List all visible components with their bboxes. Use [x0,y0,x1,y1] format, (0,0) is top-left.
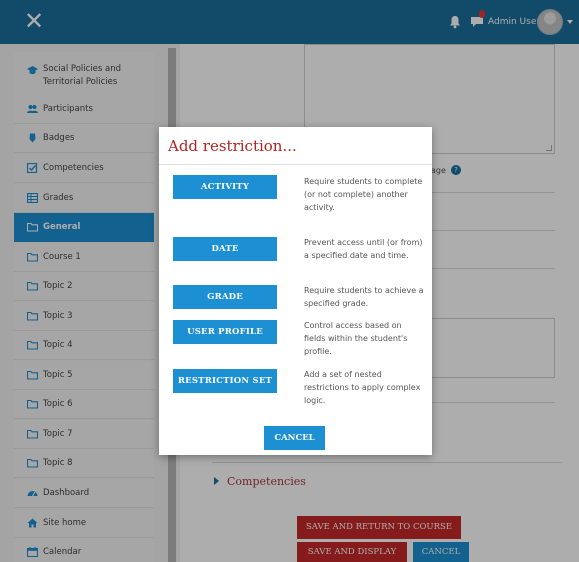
restriction-set-description: Add a set of nested restrictions to appl… [304,370,421,405]
dialog-cancel-button[interactable]: CANCEL [264,426,325,450]
user-profile-restriction-button[interactable]: USER PROFILE [173,320,277,344]
add-restriction-dialog: Add restriction... ACTIVITY Require stud… [159,127,432,455]
dialog-divider [159,164,432,165]
grade-restriction-description: Require students to achieve a specified … [304,286,424,308]
activity-restriction-description: Require students to complete (or not com… [304,177,423,212]
activity-restriction-button[interactable]: ACTIVITY [173,175,277,199]
restriction-set-button[interactable]: RESTRICTION SET [173,369,277,393]
dialog-title: Add restriction... [168,137,297,155]
date-restriction-button[interactable]: DATE [173,237,277,261]
user-profile-restriction-description: Control access based on fields within th… [304,321,408,356]
date-restriction-description: Prevent access until (or from) a specifi… [304,238,423,260]
grade-restriction-button[interactable]: GRADE [173,285,277,309]
